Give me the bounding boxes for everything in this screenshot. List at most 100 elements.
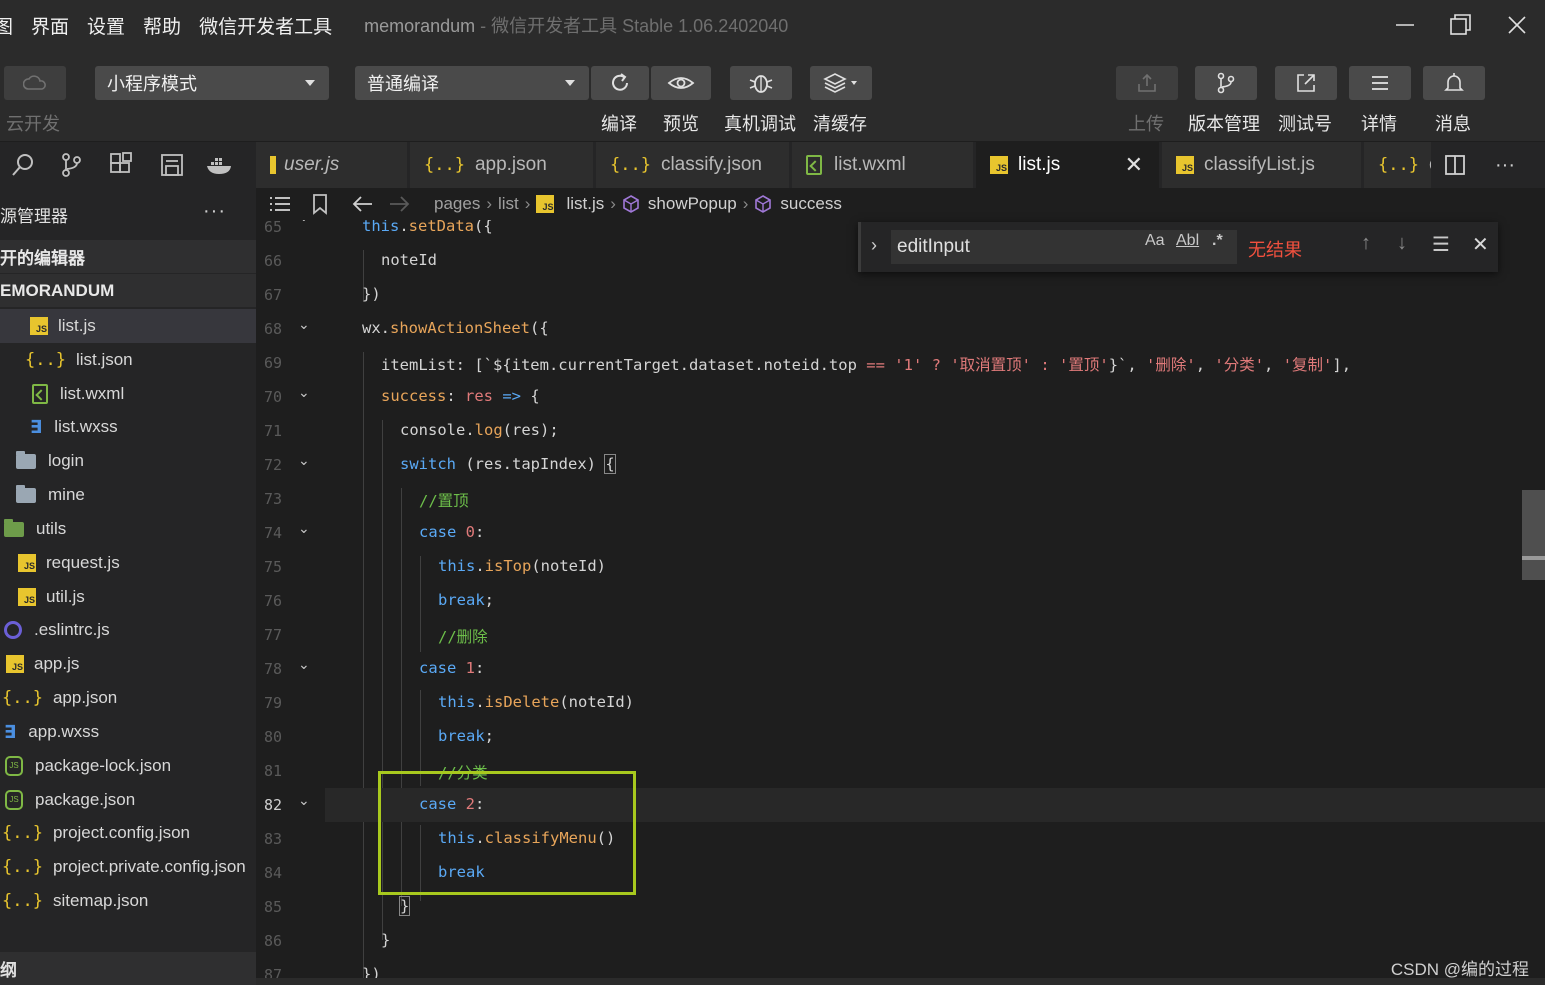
breadcrumb-pages[interactable]: pages	[434, 194, 480, 214]
fold-chevron-icon[interactable]: ⌄	[298, 452, 310, 469]
line-number: 87	[264, 966, 283, 978]
code-text: })	[362, 285, 381, 303]
minimize-button[interactable]	[1377, 0, 1433, 50]
version-control-button[interactable]	[1195, 66, 1257, 100]
file-package-json[interactable]: JS package.json	[0, 783, 256, 817]
menu-item-interface[interactable]: 界面	[31, 12, 69, 39]
file-package-lock-json[interactable]: JS package-lock.json	[0, 749, 256, 783]
tab-user-js[interactable]: user.js	[256, 142, 408, 188]
next-match-arrow-down-icon[interactable]: ↓	[1397, 232, 1407, 255]
close-window-button[interactable]	[1489, 0, 1545, 50]
file-app-wxss[interactable]: ∃ app.wxss	[0, 715, 256, 749]
whole-word-toggle[interactable]: Abl	[1176, 232, 1199, 250]
folder-login[interactable]: login	[0, 444, 256, 478]
split-editor-icon	[1445, 155, 1465, 175]
menu-item-tool[interactable]: 图	[0, 12, 13, 39]
source-control-activity[interactable]	[56, 150, 86, 180]
fold-chevron-icon[interactable]: ⌄	[298, 792, 310, 809]
match-case-toggle[interactable]: Aa	[1145, 232, 1165, 250]
maximize-button[interactable]	[1433, 0, 1489, 50]
open-editors-section[interactable]: 开的编辑器	[0, 240, 256, 274]
toggle-replace-chevron-icon[interactable]: ›	[871, 235, 877, 256]
breadcrumb-showpopup[interactable]: showPopup	[648, 194, 737, 214]
tab-list-wxml[interactable]: list.wxml	[792, 142, 974, 188]
close-icon[interactable]: ✕	[1125, 152, 1143, 178]
find-in-selection-icon[interactable]: ☰	[1432, 232, 1450, 257]
code-line: 87 })	[256, 958, 1545, 978]
file-label: .eslintrc.js	[34, 620, 110, 639]
regex-toggle[interactable]: .*	[1212, 232, 1223, 250]
code-line: 69 itemList: [`${item.currentTarget.data…	[256, 346, 1545, 380]
breadcrumb-file[interactable]: list.js	[566, 194, 604, 214]
file-project-private-config-json[interactable]: {..} project.private.config.json	[0, 850, 256, 884]
file-list-wxml[interactable]: list.wxml	[0, 377, 256, 411]
file-request-js[interactable]: JS request.js	[0, 546, 256, 580]
mode-select-value: 小程序模式	[107, 74, 197, 94]
fold-chevron-icon[interactable]: ⌄	[298, 384, 310, 401]
back-button[interactable]	[352, 195, 374, 213]
previous-match-arrow-up-icon[interactable]: ↑	[1361, 232, 1371, 255]
mode-select[interactable]: 小程序模式	[95, 66, 329, 100]
folder-mine[interactable]: mine	[0, 478, 256, 512]
menu-item-settings[interactable]: 设置	[87, 12, 125, 39]
code-comment: //置顶	[419, 492, 469, 510]
file-list-wxss[interactable]: ∃ list.wxss	[0, 410, 256, 444]
tab-bar: user.js {..} app.json {..} classify.json…	[0, 142, 1545, 188]
restore-icon	[1450, 14, 1471, 35]
file-sitemap-json[interactable]: {..} sitemap.json	[0, 884, 256, 918]
fold-chevron-icon[interactable]: ⌄	[298, 520, 310, 537]
app-name: - 微信开发者工具 Stable 1.06.2402040	[475, 16, 789, 36]
tab-cl[interactable]: {..} cl	[1364, 142, 1432, 188]
folder-open-icon	[4, 518, 24, 537]
close-find-icon[interactable]: ✕	[1472, 232, 1489, 257]
outline-section[interactable]: 纲	[0, 952, 256, 985]
file-app-js[interactable]: JS app.js	[0, 647, 256, 681]
breadcrumb-success[interactable]: success	[780, 194, 841, 214]
extensions-activity[interactable]	[106, 150, 136, 180]
messages-button[interactable]	[1423, 66, 1485, 100]
storage-activity[interactable]	[157, 150, 187, 180]
more-actions-button[interactable]: ···	[1490, 150, 1520, 180]
file-list-json[interactable]: {..} list.json	[0, 343, 256, 377]
tab-app-json[interactable]: {..} app.json	[410, 142, 594, 188]
details-button[interactable]	[1349, 66, 1411, 100]
line-number: 79	[264, 694, 283, 712]
project-section[interactable]: EMORANDUM	[0, 274, 256, 308]
menu-item-help[interactable]: 帮助	[143, 12, 181, 39]
file-app-json[interactable]: {..} app.json	[0, 681, 256, 715]
file-project-config-json[interactable]: {..} project.config.json	[0, 816, 256, 850]
file-label: list.js	[58, 316, 96, 335]
json-file-icon: {..}	[2, 891, 43, 911]
split-editor-button[interactable]	[1440, 150, 1470, 180]
search-activity[interactable]	[8, 150, 38, 180]
tab-list-js[interactable]: JS list.js ✕	[976, 142, 1160, 188]
docker-activity[interactable]	[205, 150, 235, 180]
remote-debug-button[interactable]	[730, 66, 792, 100]
breadcrumb-list[interactable]: list	[498, 194, 519, 214]
upload-button[interactable]	[1116, 66, 1178, 100]
cloud-dev-button[interactable]	[4, 66, 66, 100]
file-util-js[interactable]: JS util.js	[0, 580, 256, 614]
fold-chevron-icon[interactable]: ⌄	[298, 220, 310, 225]
editor-scrollbar-thumb[interactable]	[1522, 490, 1545, 580]
preview-button[interactable]	[651, 66, 711, 100]
test-account-button[interactable]	[1275, 66, 1337, 100]
explorer-more-icon[interactable]: ···	[203, 200, 226, 223]
line-number: 65	[264, 220, 283, 236]
fold-chevron-icon[interactable]: ⌄	[298, 656, 310, 673]
close-icon	[1508, 16, 1526, 34]
bookmark-button[interactable]	[312, 193, 328, 215]
file-list-js[interactable]: JS list.js	[0, 309, 256, 343]
tab-classify-json[interactable]: {..} classify.json	[596, 142, 790, 188]
compile-button[interactable]	[591, 66, 649, 100]
tab-classifylist-js[interactable]: JS classifyList.js	[1162, 142, 1362, 188]
menu-item-devtools[interactable]: 微信开发者工具	[199, 12, 332, 39]
file-eslintrc[interactable]: .eslintrc.js	[0, 613, 256, 647]
clear-cache-button[interactable]	[810, 66, 872, 100]
forward-button[interactable]	[388, 195, 410, 213]
folder-utils[interactable]: utils	[0, 512, 256, 546]
outline-list-button[interactable]	[268, 194, 292, 214]
fold-chevron-icon[interactable]: ⌄	[298, 316, 310, 333]
compile-mode-select[interactable]: 普通编译	[355, 66, 589, 100]
explorer-header: 源管理器 ···	[0, 188, 256, 240]
